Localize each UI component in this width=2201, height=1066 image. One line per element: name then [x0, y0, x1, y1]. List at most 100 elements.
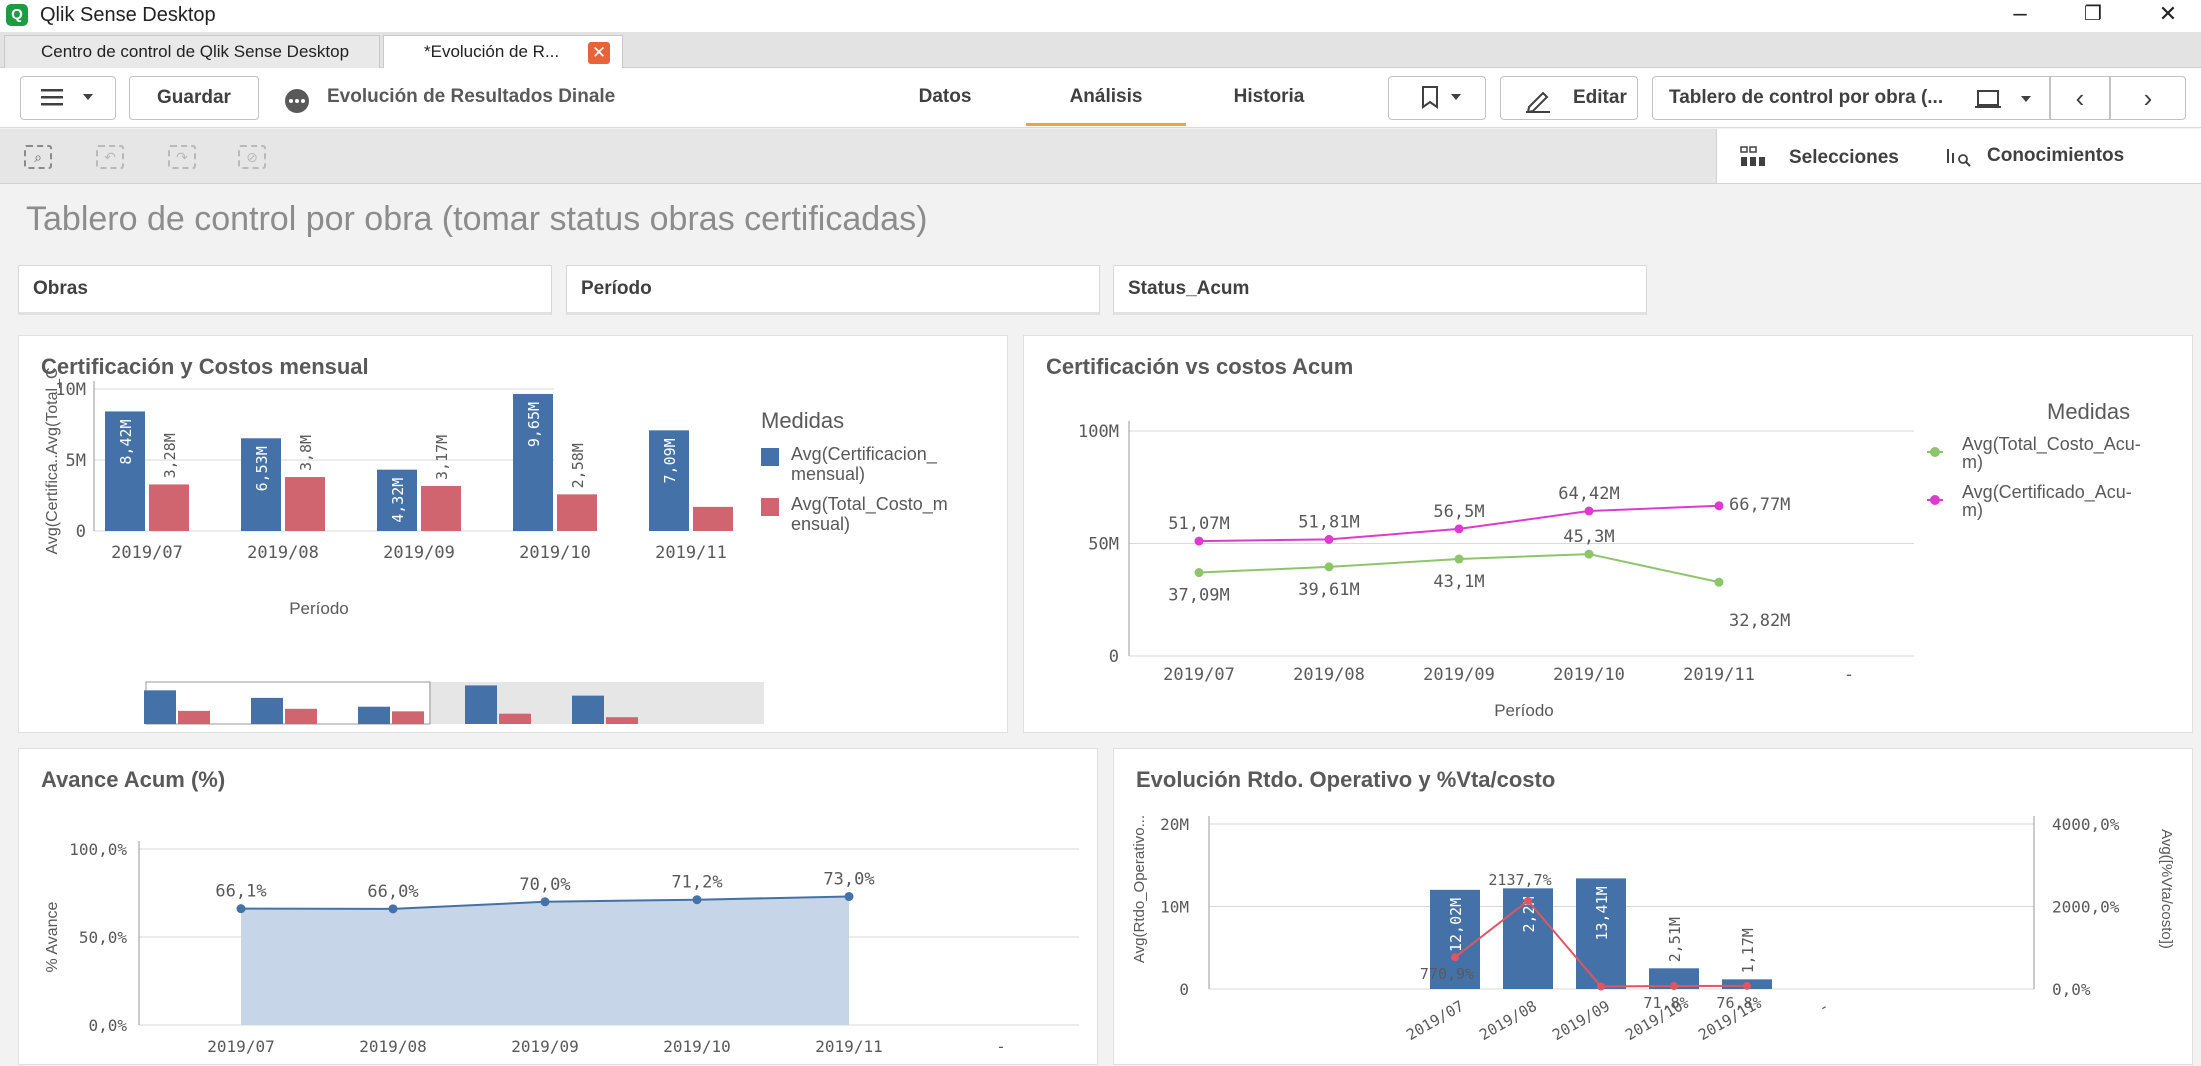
data-label: 43,1M: [1433, 572, 1484, 592]
data-label: 3,17M: [433, 435, 451, 480]
hamburger-menu-icon: [41, 89, 93, 106]
legend-swatch: [761, 498, 779, 516]
next-sheet-button[interactable]: ›: [2110, 76, 2186, 120]
mini-bar: [392, 711, 424, 724]
clear-selections-icon: ⊘: [238, 145, 266, 169]
chart-certificacion-costos-mensual[interactable]: Certificación y Costos mensual 10M 5M 0 8,4…: [18, 335, 1008, 733]
data-point: [1194, 568, 1204, 578]
edit-label: Editar: [1573, 87, 1627, 108]
data-point: [692, 895, 702, 905]
close-window-button[interactable]: ✕: [2138, 0, 2198, 30]
edit-button[interactable]: Editar: [1500, 76, 1638, 120]
tab-close-icon[interactable]: ✕: [588, 42, 610, 64]
filter-status-acum[interactable]: Status_Acum: [1113, 265, 1647, 315]
y2-axis-title: Avg([%Vta/costo]): [2158, 829, 2175, 949]
pencil-icon: [1526, 91, 1550, 113]
data-label: 6,53M: [253, 446, 271, 491]
data-point: [1324, 534, 1334, 544]
tab-historia[interactable]: Historia: [1204, 68, 1334, 126]
app-options-icon[interactable]: [284, 88, 310, 114]
selections-button[interactable]: Selecciones: [1789, 147, 1899, 169]
mini-bar: [251, 697, 283, 724]
data-point: [1597, 982, 1605, 991]
area-fill: [241, 896, 849, 1025]
restore-button[interactable]: ❐: [2063, 0, 2123, 30]
bar: [421, 485, 461, 531]
y-tick-label: 100,0%: [69, 840, 127, 859]
window-title: Qlik Sense Desktop: [40, 4, 216, 26]
insights-icon: [1947, 149, 1971, 167]
tab-app[interactable]: *Evolución de R... ✕: [383, 35, 623, 68]
data-label: 1,17M: [1739, 928, 1757, 973]
tab-hub[interactable]: Centro de control de Qlik Sense Desktop: [4, 35, 380, 68]
chart-avance-acum[interactable]: Avance Acum (%) 100,0% 50,0% 0,0% 66,1% 66,0…: [18, 748, 1098, 1065]
x-tick-label: 2019/10: [663, 1037, 730, 1056]
y-tick-label: 0: [1109, 647, 1119, 667]
save-button[interactable]: Guardar: [129, 76, 259, 120]
area-chart: 100,0% 50,0% 0,0% 66,1% 66,0% 70,0% 71,2% 73,0%…: [44, 840, 1079, 1056]
filter-obras[interactable]: Obras: [18, 265, 552, 315]
previous-sheet-button[interactable]: ‹: [2050, 76, 2110, 120]
legend-label: Avg(Total_Costo_m: [791, 494, 948, 515]
x-tick-label: 2019/08: [1293, 665, 1365, 685]
data-point: [1454, 554, 1464, 564]
y-tick-label: 0,0%: [88, 1016, 127, 1035]
data-point: [1714, 501, 1724, 511]
y-axis-title: % Avance: [44, 901, 61, 972]
mini-bar: [606, 717, 638, 724]
combo-chart: 20M 4000,0%10M 2000,0%0 0,0%12,02M 2,2M 13,41…: [1131, 815, 2175, 1044]
legend-label: ensual): [791, 514, 850, 534]
x-tick-label: 2019/08: [359, 1037, 426, 1056]
x-tick-label: 2019/09: [383, 543, 455, 563]
data-label: 37,09M: [1168, 586, 1229, 606]
x-tick-label: 2019/08: [247, 543, 319, 563]
y-tick-label: 50M: [1088, 535, 1119, 555]
x-axis-title: Período: [289, 599, 349, 618]
tab-hub-label: Centro de control de Qlik Sense Desktop: [41, 42, 350, 61]
legend-swatch: [761, 448, 779, 466]
y-tick-label: 10M: [1160, 898, 1189, 917]
tab-analisis[interactable]: Análisis: [1026, 68, 1186, 126]
bookmarks-button[interactable]: [1388, 76, 1486, 120]
qlik-logo-icon: Q: [6, 4, 28, 26]
mini-bar: [178, 710, 210, 724]
x-tick-label: 2019/07: [1163, 665, 1235, 685]
mini-bar: [144, 690, 176, 724]
document-tab-bar: Centro de control de Qlik Sense Desktop …: [0, 32, 2201, 68]
y-tick-label: 100M: [1078, 422, 1119, 442]
data-label: 2,51M: [1666, 917, 1684, 962]
y2-tick-label: 2000,0%: [2052, 898, 2120, 917]
bar: [693, 506, 733, 531]
data-point: [1451, 953, 1459, 962]
chart-certificacion-vs-costos-acum[interactable]: Certificación vs costos Acum 100M 50M 0 201…: [1023, 335, 2193, 733]
insights-button[interactable]: Conocimientos: [1987, 145, 2124, 167]
data-point: [844, 892, 854, 902]
smart-search-icon[interactable]: ⌕: [24, 145, 52, 169]
data-point: [1584, 549, 1594, 559]
data-point: [1670, 982, 1678, 991]
y-tick-label: 5M: [66, 451, 86, 471]
global-menu-button[interactable]: [20, 76, 116, 120]
x-tick-label: 2019/11: [1683, 665, 1755, 685]
x-tick-label: 2019/10: [1553, 665, 1625, 685]
x-tick-label: 2019/11: [655, 543, 727, 563]
data-label: 66,1%: [215, 882, 266, 902]
tab-datos[interactable]: Datos: [880, 68, 1010, 126]
chart-evolucion-rtdo-operativo[interactable]: Evolución Rtdo. Operativo y %Vta/costo 2…: [1113, 748, 2193, 1065]
legend-label: Avg(Total_Costo_Acu-: [1962, 434, 2141, 455]
y-tick-label: 50,0%: [79, 928, 128, 947]
legend-label: m): [1962, 452, 1983, 472]
legend-swatch: [1930, 495, 1940, 505]
bar: [285, 477, 325, 531]
minimize-button[interactable]: –: [1990, 0, 2050, 30]
x-tick-label: 2019/11: [815, 1037, 882, 1056]
filter-periodo[interactable]: Período: [566, 265, 1100, 315]
legend-label: m): [1962, 500, 1983, 520]
x-axis-title: Período: [1494, 701, 1554, 720]
data-point: [1194, 536, 1204, 546]
legend-label: mensual): [791, 464, 865, 484]
sheet-selector[interactable]: Tablero de control por obra (...: [1652, 76, 2050, 120]
data-point: [1743, 981, 1751, 990]
x-tick-label: 2019/07: [207, 1037, 274, 1056]
data-label: 66,77M: [1729, 495, 1790, 515]
